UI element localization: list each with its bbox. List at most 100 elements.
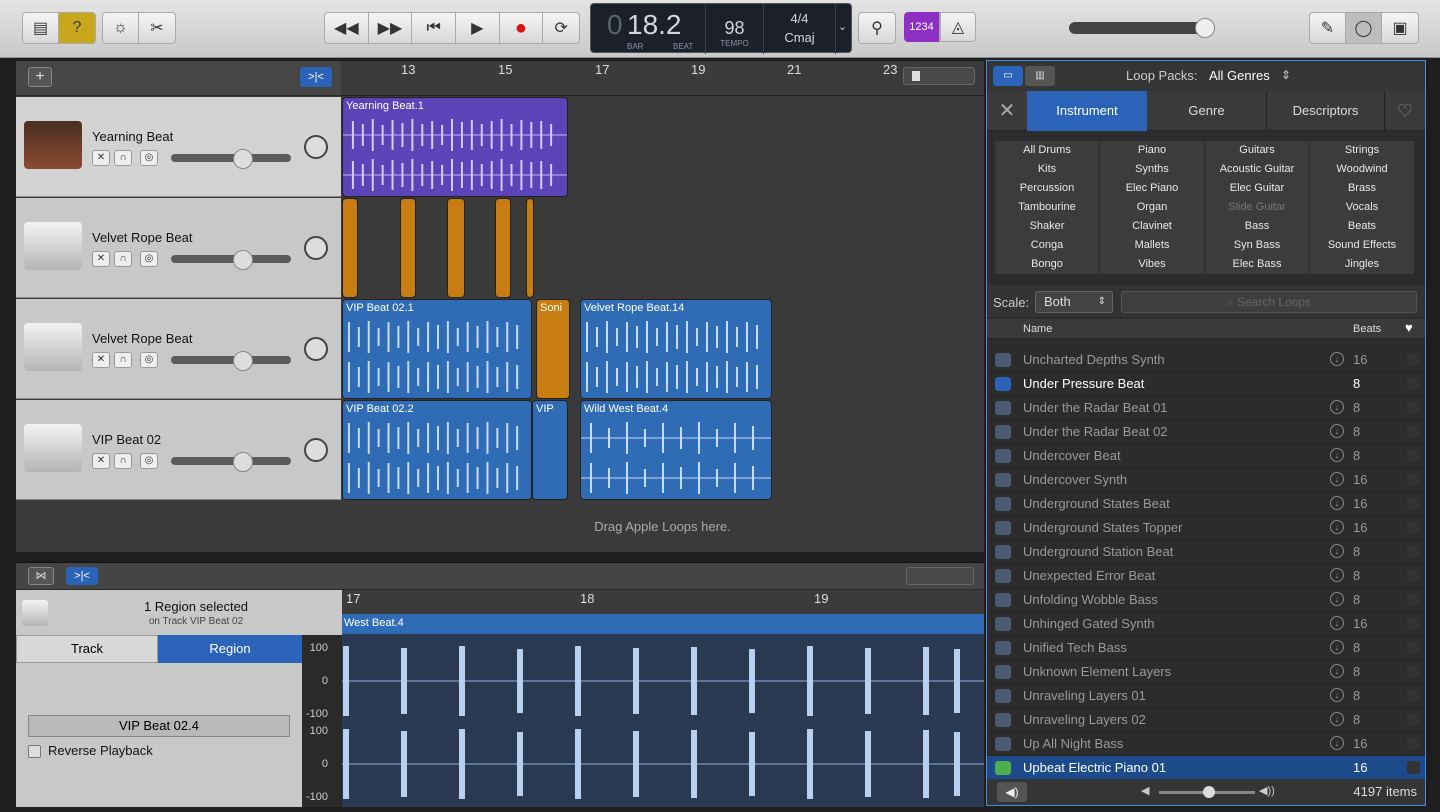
- editor-catch-icon[interactable]: >|<: [66, 567, 98, 585]
- pan-knob[interactable]: [304, 236, 328, 260]
- keyword-button[interactable]: Acoustic Guitar: [1205, 160, 1309, 179]
- column-name[interactable]: Name: [1023, 323, 1052, 335]
- favorite-checkbox[interactable]: [1407, 689, 1420, 702]
- keyword-button[interactable]: Brass: [1310, 179, 1414, 198]
- favorite-checkbox[interactable]: [1407, 401, 1420, 414]
- keyword-button[interactable]: Conga: [995, 236, 1099, 255]
- cycle-icon[interactable]: ⟳: [543, 13, 579, 43]
- favorite-checkbox[interactable]: [1407, 617, 1420, 630]
- tab-track[interactable]: Track: [16, 635, 158, 663]
- mute-icon[interactable]: ✕: [92, 150, 110, 166]
- input-monitor-icon[interactable]: ◎: [140, 352, 158, 368]
- favorite-checkbox[interactable]: [1407, 545, 1420, 558]
- download-icon[interactable]: ↓: [1330, 688, 1344, 702]
- loop-row[interactable]: Underground States Beat ↓ 16: [987, 492, 1425, 516]
- audio-region[interactable]: Soni: [536, 299, 570, 399]
- track-volume-slider[interactable]: [171, 351, 291, 371]
- editor-ruler[interactable]: 17 18 19: [342, 590, 984, 614]
- favorite-checkbox[interactable]: [1407, 353, 1420, 366]
- timeline-ruler[interactable]: 13 15 17 19 21 23: [341, 61, 984, 96]
- preview-volume-thumb[interactable]: [1203, 786, 1215, 798]
- favorite-checkbox[interactable]: [1407, 641, 1420, 654]
- loop-browser-icon[interactable]: ◯: [1346, 13, 1382, 43]
- catch-playhead-icon[interactable]: >|<: [300, 67, 332, 87]
- track-volume-slider[interactable]: [171, 452, 291, 472]
- favorite-checkbox[interactable]: [1407, 473, 1420, 486]
- notepad-icon[interactable]: ✎: [1310, 13, 1346, 43]
- keyword-button[interactable]: Organ: [1100, 198, 1204, 217]
- scale-select[interactable]: Both ⇕: [1035, 291, 1113, 313]
- download-icon[interactable]: ↓: [1330, 640, 1344, 654]
- download-icon[interactable]: ↓: [1330, 568, 1344, 582]
- keyword-button[interactable]: Elec Bass: [1205, 255, 1309, 274]
- loop-row[interactable]: Under Pressure Beat 8: [987, 372, 1425, 396]
- loop-row[interactable]: Underground Station Beat ↓ 8: [987, 540, 1425, 564]
- keyword-button[interactable]: Vibes: [1100, 255, 1204, 274]
- favorite-checkbox[interactable]: [1407, 497, 1420, 510]
- rewind-icon[interactable]: ◀◀: [325, 13, 369, 43]
- download-icon[interactable]: ↓: [1330, 616, 1344, 630]
- keyword-button[interactable]: Percussion: [995, 179, 1099, 198]
- headphones-icon[interactable]: ∩: [114, 150, 132, 166]
- download-icon[interactable]: ↓: [1330, 736, 1344, 750]
- keyword-button[interactable]: Bass: [1205, 217, 1309, 236]
- keyword-button[interactable]: Sound Effects: [1310, 236, 1414, 255]
- audio-region[interactable]: [526, 198, 534, 298]
- tab-region[interactable]: Region: [158, 635, 302, 663]
- favorite-checkbox[interactable]: [1407, 569, 1420, 582]
- keyword-button[interactable]: Jingles: [1310, 255, 1414, 274]
- scissors-icon[interactable]: ✂: [139, 13, 175, 43]
- master-volume-slider[interactable]: [1069, 18, 1215, 38]
- favorite-checkbox[interactable]: [1407, 593, 1420, 606]
- speaker-icon[interactable]: ◀): [997, 782, 1027, 802]
- tuner-icon[interactable]: ⚲: [859, 13, 895, 43]
- forward-icon[interactable]: ▶▶: [369, 13, 413, 43]
- keyword-button[interactable]: Elec Guitar: [1205, 179, 1309, 198]
- heart-icon[interactable]: ♥: [1405, 320, 1413, 335]
- audio-region[interactable]: [447, 198, 465, 298]
- input-monitor-icon[interactable]: ◎: [140, 150, 158, 166]
- zoom-thumb[interactable]: [912, 71, 920, 81]
- download-icon[interactable]: ↓: [1330, 448, 1344, 462]
- track-volume-slider[interactable]: [171, 250, 291, 270]
- record-icon[interactable]: ●: [500, 13, 544, 43]
- library-icon[interactable]: ▤: [23, 13, 59, 43]
- loop-row[interactable]: Upbeat Electric Piano 01 16: [987, 756, 1425, 780]
- region-name-field[interactable]: VIP Beat 02.4: [28, 715, 290, 737]
- download-icon[interactable]: ↓: [1330, 664, 1344, 678]
- loop-row[interactable]: Undercover Synth ↓ 16: [987, 468, 1425, 492]
- keyword-button[interactable]: Elec Piano: [1100, 179, 1204, 198]
- lcd-chevron-icon[interactable]: ⌄: [838, 20, 847, 33]
- column-view-icon[interactable]: ▥: [1025, 66, 1055, 86]
- loop-row[interactable]: Under the Radar Beat 01 ↓ 8: [987, 396, 1425, 420]
- to-start-icon[interactable]: ⏮: [412, 13, 456, 43]
- track-volume-slider[interactable]: [171, 149, 291, 169]
- add-track-button[interactable]: +: [28, 67, 52, 87]
- download-icon[interactable]: ↓: [1330, 400, 1344, 414]
- column-beats[interactable]: Beats: [1353, 323, 1381, 335]
- tab-descriptors[interactable]: Descriptors: [1267, 91, 1385, 131]
- close-icon[interactable]: ✕: [987, 91, 1027, 131]
- download-icon[interactable]: ↓: [1330, 496, 1344, 510]
- track-header[interactable]: Yearning Beat ✕ ∩ ◎: [16, 97, 341, 197]
- tab-instrument[interactable]: Instrument: [1027, 91, 1147, 131]
- keyword-button[interactable]: Syn Bass: [1205, 236, 1309, 255]
- loop-row[interactable]: Unraveling Layers 02 ↓ 8: [987, 708, 1425, 732]
- updown-chevron-icon[interactable]: ⇕: [1281, 68, 1291, 82]
- keyword-button[interactable]: Piano: [1100, 141, 1204, 160]
- editor-zoom-slider[interactable]: [906, 567, 974, 585]
- keyword-button[interactable]: Bongo: [995, 255, 1099, 274]
- metronome-icon[interactable]: ◬: [940, 12, 976, 42]
- search-input[interactable]: ⌕ Search Loops: [1121, 291, 1417, 313]
- favorites-heart-icon[interactable]: ♡: [1385, 91, 1425, 131]
- media-browser-icon[interactable]: ▣: [1382, 13, 1418, 43]
- preview-volume-slider[interactable]: [1159, 786, 1255, 798]
- headphones-icon[interactable]: ∩: [114, 251, 132, 267]
- keyword-button[interactable]: Slide Guitar: [1205, 198, 1309, 217]
- loop-row[interactable]: Unexpected Error Beat ↓ 8: [987, 564, 1425, 588]
- loop-row[interactable]: Undercover Beat ↓ 8: [987, 444, 1425, 468]
- loop-row[interactable]: Unfolding Wobble Bass ↓ 8: [987, 588, 1425, 612]
- keyword-button[interactable]: Strings: [1310, 141, 1414, 160]
- lcd-display[interactable]: 0 18.2 BAR BEAT 98 TEMPO 4/4 Cmaj ⌄: [590, 3, 852, 54]
- input-monitor-icon[interactable]: ◎: [140, 453, 158, 469]
